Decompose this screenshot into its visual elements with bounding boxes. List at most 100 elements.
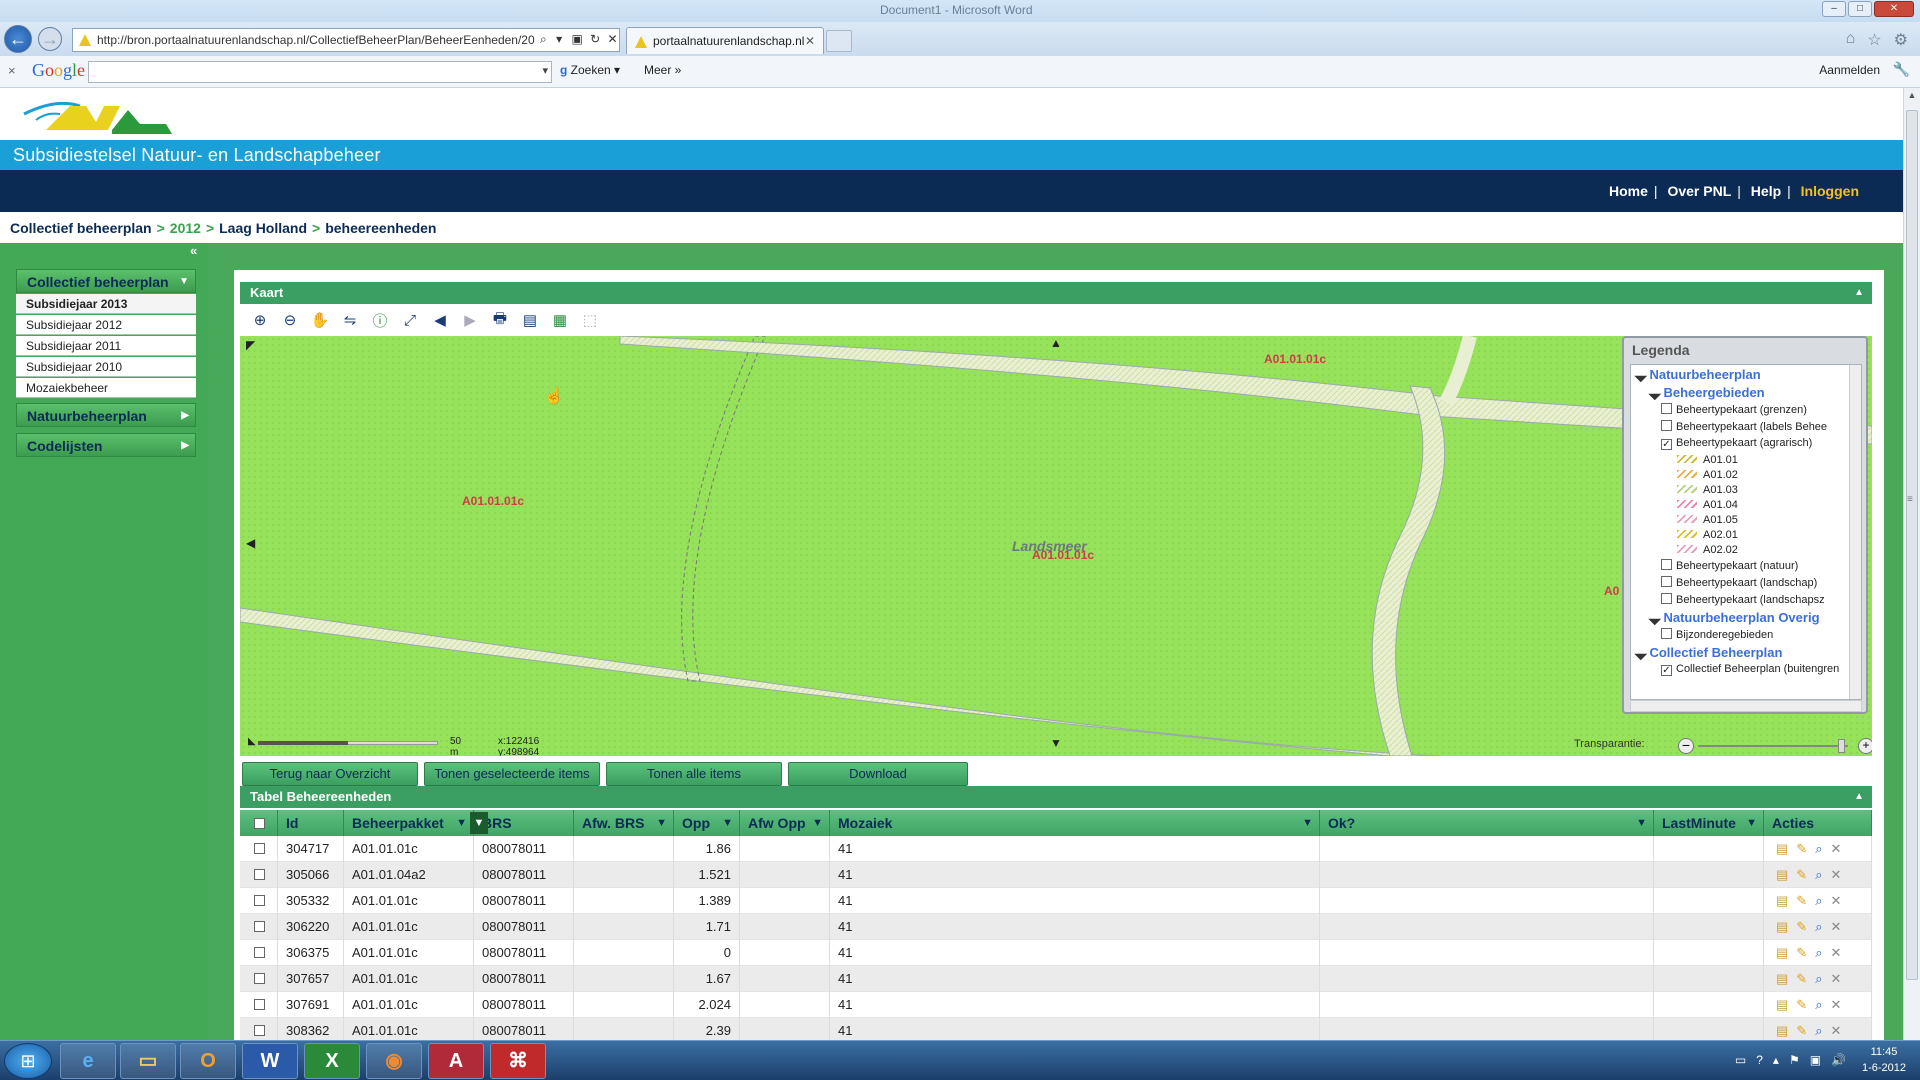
new-tab-button[interactable] xyxy=(826,30,852,52)
delete-icon[interactable]: ✕ xyxy=(1830,836,1841,862)
row-checkbox[interactable] xyxy=(254,947,265,958)
document-icon[interactable]: ▤ xyxy=(1776,966,1788,992)
full-extent-icon[interactable]: ⤢ xyxy=(398,308,422,332)
sidebar-item-mozaiek[interactable]: Mozaiekbeheer xyxy=(16,378,196,398)
legend-group[interactable]: ◢Beheergebieden xyxy=(1648,385,1765,401)
legend-layer-item[interactable]: Beheertypekaart (grenzen) xyxy=(1661,403,1807,416)
document-icon[interactable]: ▤ xyxy=(1776,888,1788,914)
document-icon[interactable]: ▤ xyxy=(1776,992,1788,1018)
col-afw-opp[interactable]: Afw Opp ▼ xyxy=(740,810,830,836)
legend-layer-item[interactable]: Beheertypekaart (labels Behee xyxy=(1661,420,1827,433)
back-button[interactable]: ← xyxy=(4,25,32,53)
scroll-up-icon[interactable]: ▲ xyxy=(1904,90,1920,100)
page-scrollbar[interactable]: ▲ ≡ xyxy=(1903,88,1920,1040)
transparency-handle[interactable] xyxy=(1837,739,1845,753)
dropdown-icon[interactable]: ▾ xyxy=(556,32,562,46)
zoom-in-icon[interactable]: ⊕ xyxy=(248,308,272,332)
legend-layer-item[interactable]: ✓ Collectief Beheerplan (buitengren xyxy=(1661,663,1839,676)
sidebar-section-natuurbeheerplan[interactable]: Natuurbeheerplan ▶ xyxy=(16,403,196,427)
document-icon[interactable]: ▤ xyxy=(1776,940,1788,966)
transparency-increase-icon[interactable]: + xyxy=(1858,738,1872,754)
checkbox[interactable] xyxy=(1661,420,1672,431)
legend-group[interactable]: ◢Natuurbeheerplan Overig xyxy=(1648,610,1820,626)
legend-layer-item[interactable]: Beheertypekaart (natuur) xyxy=(1661,559,1798,572)
edit-pencil-icon[interactable]: ✎ xyxy=(1796,888,1807,914)
expand-triangle-icon[interactable]: ◢ xyxy=(1648,611,1663,626)
legend-vertical-scrollbar[interactable] xyxy=(1849,365,1861,699)
row-checkbox[interactable] xyxy=(254,999,265,1010)
home-icon[interactable]: ⌂ xyxy=(1846,30,1856,50)
col-mozaiek[interactable]: Mozaiek ▼ xyxy=(830,810,1320,836)
document-icon[interactable]: ▤ xyxy=(1776,836,1788,862)
filter-icon[interactable]: ▼ xyxy=(722,810,733,836)
col-afw-brs[interactable]: Afw. BRS ▼ xyxy=(574,810,674,836)
edit-pencil-icon[interactable]: ✎ xyxy=(1796,940,1807,966)
filter-active-icon[interactable]: ▼ xyxy=(470,812,488,834)
edit-pencil-icon[interactable]: ✎ xyxy=(1796,836,1807,862)
collapse-sidebar-icon[interactable]: « xyxy=(190,243,197,258)
filter-icon[interactable]: ▼ xyxy=(656,810,667,836)
maximize-button[interactable]: □ xyxy=(1848,1,1872,17)
row-checkbox[interactable] xyxy=(254,973,265,984)
row-checkbox[interactable] xyxy=(254,869,265,880)
report-icon[interactable]: ▤ xyxy=(518,308,542,332)
col-id[interactable]: Id xyxy=(278,810,344,836)
checkbox[interactable] xyxy=(1661,593,1672,604)
select-area-icon[interactable]: ⬚ xyxy=(578,308,602,332)
nav-over-pnl[interactable]: Over PNL xyxy=(1667,183,1731,199)
sidebar-item-2010[interactable]: Subsidiejaar 2010 xyxy=(16,357,196,377)
row-checkbox[interactable] xyxy=(254,843,265,854)
google-search-input[interactable] xyxy=(88,61,552,83)
print-icon[interactable]: 🖶 xyxy=(488,308,512,332)
filter-icon[interactable]: ▼ xyxy=(1636,810,1647,836)
taskbar-ie-icon[interactable]: e xyxy=(60,1043,116,1079)
table-row[interactable]: 305066 A01.01.04a2 080078011 1.521 41 ▤ ✎ ⌕ ✕ xyxy=(240,862,1872,888)
zoom-search-icon[interactable]: ⌕ xyxy=(1815,836,1822,862)
expand-triangle-icon[interactable]: ◢ xyxy=(1634,646,1649,661)
taskbar-outlook-icon[interactable]: O xyxy=(180,1043,236,1079)
edit-pencil-icon[interactable]: ✎ xyxy=(1796,966,1807,992)
measure-icon[interactable]: ⇋ xyxy=(338,308,362,332)
taskbar-excel-icon[interactable]: X xyxy=(304,1043,360,1079)
edit-pencil-icon[interactable]: ✎ xyxy=(1796,992,1807,1018)
taskbar-acrobat-icon[interactable]: ⌘ xyxy=(490,1043,546,1079)
legend-horizontal-scrollbar[interactable] xyxy=(1630,700,1862,712)
legend-layer-item[interactable]: Beheertypekaart (landschapsz xyxy=(1661,593,1825,606)
stop-icon[interactable]: ✕ xyxy=(608,32,618,46)
tray-help-icon[interactable]: ? xyxy=(1756,1053,1763,1067)
delete-icon[interactable]: ✕ xyxy=(1830,966,1841,992)
more-button[interactable]: Meer » xyxy=(644,63,681,77)
taskbar-access-icon[interactable]: A xyxy=(428,1043,484,1079)
search-icon[interactable]: ⌕ xyxy=(540,32,547,46)
table-row[interactable]: 304717 A01.01.01c 080078011 1.86 41 ▤ ✎ ⌕ ✕ xyxy=(240,836,1872,862)
edit-pencil-icon[interactable]: ✎ xyxy=(1796,914,1807,940)
nav-help[interactable]: Help xyxy=(1751,183,1781,199)
pan-south-icon[interactable]: ▼ xyxy=(1050,736,1062,750)
close-window-button[interactable]: ✕ xyxy=(1874,1,1914,17)
download-button[interactable]: Download xyxy=(788,762,968,786)
scroll-thumb[interactable] xyxy=(1906,110,1918,980)
checkbox[interactable] xyxy=(1661,576,1672,587)
next-extent-icon[interactable]: ▶ xyxy=(458,308,482,332)
wrench-icon[interactable]: 🔧 xyxy=(1893,61,1910,78)
breadcrumb-item[interactable]: Laag Holland xyxy=(219,220,307,236)
document-icon[interactable]: ▤ xyxy=(1776,862,1788,888)
col-beheerpakket[interactable]: Beheerpakket ▼ xyxy=(344,810,474,836)
legend-layer-item[interactable]: Beheertypekaart (landschap) xyxy=(1661,576,1817,589)
delete-icon[interactable]: ✕ xyxy=(1830,862,1841,888)
col-brs[interactable]: BRS ▼ xyxy=(470,810,574,836)
collapse-table-icon[interactable]: ▲ xyxy=(1854,786,1864,808)
sidebar-item-2013[interactable]: Subsidiejaar 2013 xyxy=(16,294,196,314)
checkbox[interactable] xyxy=(1661,559,1672,570)
toolbar-close-icon[interactable]: × xyxy=(8,63,16,78)
filter-icon[interactable]: ▼ xyxy=(812,810,823,836)
row-checkbox[interactable] xyxy=(254,895,265,906)
show-selected-button[interactable]: Tonen geselecteerde items xyxy=(424,762,600,786)
delete-icon[interactable]: ✕ xyxy=(1830,992,1841,1018)
pan-west-icon[interactable]: ◀ xyxy=(246,536,255,550)
tray-flag-icon[interactable]: ⚑ xyxy=(1789,1053,1800,1067)
map-view[interactable]: ◤ ▲ ▼ ◀ A01.01.01c A01.01.01c A01.01.01c… xyxy=(240,336,1872,756)
favorites-star-icon[interactable]: ☆ xyxy=(1867,30,1881,50)
table-row[interactable]: 306220 A01.01.01c 080078011 1.71 41 ▤ ✎ ⌕ ✕ xyxy=(240,914,1872,940)
expand-triangle-icon[interactable]: ◢ xyxy=(1648,386,1663,401)
